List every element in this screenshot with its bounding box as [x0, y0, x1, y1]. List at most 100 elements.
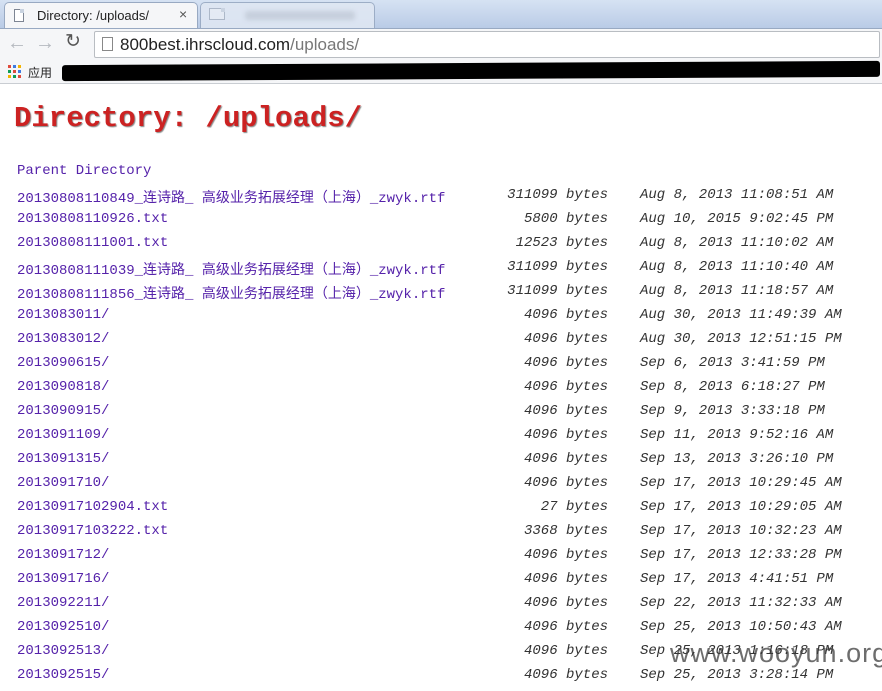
file-link[interactable]: 2013091716/: [17, 571, 109, 587]
file-link[interactable]: 2013092513/: [17, 643, 109, 659]
file-date: Aug 8, 2013 11:10:02 AM: [640, 235, 834, 251]
file-size: 4096 bytes: [523, 643, 608, 659]
file-size: 3368 bytes: [523, 523, 608, 539]
file-date: Aug 10, 2015 9:02:45 PM: [640, 211, 834, 227]
tab-active[interactable]: Directory: /uploads/ ×: [4, 2, 198, 28]
blurred-tab-title: [245, 11, 355, 20]
file-date: Aug 8, 2013 11:10:40 AM: [640, 259, 834, 275]
table-row: 20130808110926.txt 5800 bytes Aug 10, 2015…: [0, 211, 882, 235]
table-row: 2013083012/4096 bytes Aug 30, 2013 12:51:…: [0, 331, 882, 355]
file-size: 4096 bytes: [523, 355, 608, 371]
file-size: 311099 bytes: [507, 187, 608, 203]
table-row: 20130808110849_连诗路_ 高级业务拓展经理（上海）_zwyk.rt…: [0, 187, 882, 211]
apps-bookmark[interactable]: 应用: [28, 64, 52, 81]
file-date: Sep 17, 2013 12:33:28 PM: [640, 547, 842, 563]
reload-icon[interactable]: ↻: [65, 32, 81, 52]
url-host: 800best.ihrscloud.com: [120, 35, 291, 54]
file-date: Aug 8, 2013 11:08:51 AM: [640, 187, 834, 203]
file-date: Sep 17, 2013 10:29:05 AM: [640, 499, 842, 515]
tab-title: Directory: /uploads/: [37, 8, 149, 23]
file-size: 4096 bytes: [523, 427, 608, 443]
table-row: 2013090915/4096 bytes Sep 9, 2013 3:33:18…: [0, 403, 882, 427]
file-link[interactable]: 2013092510/: [17, 619, 109, 635]
table-row: 20130917102904.txt 27 bytes Sep 17, 2013 1…: [0, 499, 882, 523]
file-date: Sep 17, 2013 4:41:51 PM: [640, 571, 834, 587]
parent-directory-link[interactable]: Parent Directory: [17, 163, 151, 179]
table-row: 2013091716/4096 bytes Sep 17, 2013 4:41:5…: [0, 571, 882, 595]
file-date: Sep 22, 2013 11:32:33 AM: [640, 595, 842, 611]
file-date: Sep 13, 2013 3:26:10 PM: [640, 451, 834, 467]
table-row: 20130808111039_连诗路_ 高级业务拓展经理（上海）_zwyk.rt…: [0, 259, 882, 283]
file-size: 12523 bytes: [515, 235, 608, 251]
apps-grid-icon[interactable]: [8, 65, 21, 78]
browser-toolbar: ← → ↻ 800best.ihrscloud.com/uploads/: [0, 28, 882, 60]
table-row: 20130808111001.txt 12523 bytes Aug 8, 2013…: [0, 235, 882, 259]
file-size: 4096 bytes: [523, 667, 608, 683]
table-row: 2013091109/4096 bytes Sep 11, 2013 9:52:1…: [0, 427, 882, 451]
table-row: 20130808111856_连诗路_ 高级业务拓展经理（上海）_zwyk.rt…: [0, 283, 882, 307]
file-link[interactable]: 20130917103222.txt: [17, 523, 168, 539]
file-size: 4096 bytes: [523, 379, 608, 395]
file-link[interactable]: 2013091109/: [17, 427, 109, 443]
file-size: 27 bytes: [540, 499, 608, 515]
file-link[interactable]: 2013083012/: [17, 331, 109, 347]
file-date: Sep 17, 2013 10:29:45 AM: [640, 475, 842, 491]
file-link[interactable]: 20130808111039_连诗路_ 高级业务拓展经理（上海）_zwyk.rt…: [17, 259, 445, 279]
file-size: 4096 bytes: [523, 403, 608, 419]
file-date: Sep 8, 2013 6:18:27 PM: [640, 379, 825, 395]
file-size: 311099 bytes: [507, 283, 608, 299]
table-row: 2013091315/4096 bytes Sep 13, 2013 3:26:1…: [0, 451, 882, 475]
file-link[interactable]: 20130808111001.txt: [17, 235, 168, 251]
file-date: Sep 11, 2013 9:52:16 AM: [640, 427, 834, 443]
page-content: Directory: /uploads/ Parent Directory 20…: [0, 85, 882, 683]
file-link[interactable]: 20130808110926.txt: [17, 211, 168, 227]
table-row: 2013090818/4096 bytes Sep 8, 2013 6:18:27…: [0, 379, 882, 403]
file-link[interactable]: 2013090615/: [17, 355, 109, 371]
file-date: Sep 9, 2013 3:33:18 PM: [640, 403, 825, 419]
page-icon: [102, 37, 113, 51]
file-date: Sep 6, 2013 3:41:59 PM: [640, 355, 825, 371]
file-size: 4096 bytes: [523, 331, 608, 347]
tab-strip: Directory: /uploads/ ×: [0, 0, 882, 28]
folder-icon: [209, 8, 225, 20]
tab-inactive[interactable]: [200, 2, 375, 28]
close-icon[interactable]: ×: [179, 6, 187, 22]
bookmarks-bar: 应用: [0, 60, 882, 84]
file-size: 4096 bytes: [523, 619, 608, 635]
document-icon: [14, 9, 24, 22]
table-row: 20130917103222.txt 3368 bytes Sep 17, 2013…: [0, 523, 882, 547]
table-row: 2013083011/4096 bytes Aug 30, 2013 11:49:…: [0, 307, 882, 331]
file-date: Aug 30, 2013 11:49:39 AM: [640, 307, 842, 323]
file-date: Aug 30, 2013 12:51:15 PM: [640, 331, 842, 347]
url-text[interactable]: 800best.ihrscloud.com/uploads/: [120, 35, 359, 55]
file-link[interactable]: 20130808110849_连诗路_ 高级业务拓展经理（上海）_zwyk.rt…: [17, 187, 445, 207]
file-size: 311099 bytes: [507, 259, 608, 275]
file-link[interactable]: 20130917102904.txt: [17, 499, 168, 515]
file-size: 4096 bytes: [523, 475, 608, 491]
table-row: 2013092515/4096 bytes Sep 25, 2013 3:28:1…: [0, 667, 882, 691]
file-link[interactable]: 2013092515/: [17, 667, 109, 683]
file-size: 4096 bytes: [523, 547, 608, 563]
table-row: 2013092211/4096 bytes Sep 22, 2013 11:32:…: [0, 595, 882, 619]
table-row: 2013091710/4096 bytes Sep 17, 2013 10:29:…: [0, 475, 882, 499]
file-link[interactable]: 2013090818/: [17, 379, 109, 395]
file-link[interactable]: 2013090915/: [17, 403, 109, 419]
file-date: Sep 25, 2013 3:28:14 PM: [640, 667, 834, 683]
file-link[interactable]: 2013083011/: [17, 307, 109, 323]
back-arrow-icon[interactable]: ←: [7, 33, 27, 53]
page-title: Directory: /uploads/: [14, 102, 363, 135]
file-link[interactable]: 2013091712/: [17, 547, 109, 563]
redacted-bookmarks: [62, 60, 880, 82]
file-size: 4096 bytes: [523, 451, 608, 467]
watermark: www.wooyun.org: [670, 638, 882, 668]
file-link[interactable]: 2013092211/: [17, 595, 109, 611]
table-row: 2013091712/4096 bytes Sep 17, 2013 12:33:…: [0, 547, 882, 571]
file-link[interactable]: 20130808111856_连诗路_ 高级业务拓展经理（上海）_zwyk.rt…: [17, 283, 445, 303]
forward-arrow-icon[interactable]: →: [35, 33, 55, 53]
address-bar[interactable]: 800best.ihrscloud.com/uploads/: [94, 31, 880, 58]
file-link[interactable]: 2013091315/: [17, 451, 109, 467]
file-size: 4096 bytes: [523, 595, 608, 611]
file-size: 4096 bytes: [523, 571, 608, 587]
file-date: Sep 25, 2013 10:50:43 AM: [640, 619, 842, 635]
file-link[interactable]: 2013091710/: [17, 475, 109, 491]
